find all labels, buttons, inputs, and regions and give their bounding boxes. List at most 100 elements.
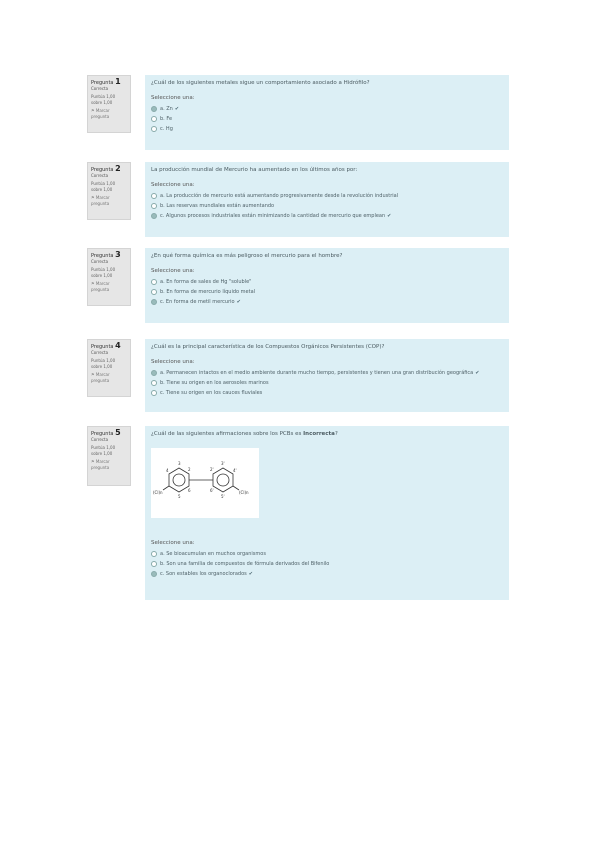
radio-button[interactable] (151, 551, 157, 557)
question-text: ¿Cuál de los siguientes metales sigue un… (151, 80, 370, 86)
radio-button[interactable] (151, 106, 157, 112)
pos-3-label: 3 (178, 461, 181, 466)
question-number: Pregunta 1 (91, 77, 121, 87)
question-text: ¿Cuál de las siguientes afirmaciones sob… (151, 431, 338, 437)
question-info: Pregunta 3 Correcta Puntúa 1,00 sobre 1,0… (87, 248, 131, 306)
question-info: Pregunta 1 Correcta Puntúa 1,00 sobre 1,0… (87, 75, 131, 133)
answer-prompt: Seleccione una: (151, 95, 195, 101)
answer-option[interactable]: c. Algunos procesos industriales están m… (151, 211, 503, 221)
check-icon: ✔ (475, 370, 480, 376)
question-text: ¿Cuál es la principal característica de … (151, 344, 385, 350)
biphenyl-structure-figure: (Cl)n (Cl)n 2 3 4 5 6 2' 3' 4' 5' 6' (151, 448, 259, 518)
answer-option[interactable]: c. Son estables los organoclorados ✔ (151, 569, 503, 579)
pos-2p-label: 2' (210, 467, 214, 472)
question-number: Pregunta 4 (91, 341, 121, 351)
question-content: ¿Cuál de los siguientes metales sigue un… (145, 75, 509, 150)
answer-list: a. La producción de mercurio está aument… (151, 191, 503, 221)
radio-button[interactable] (151, 370, 157, 376)
radio-button[interactable] (151, 289, 157, 295)
answer-option[interactable]: c. Tiene su origen en los cauces fluvial… (151, 388, 503, 398)
question-grade: Puntúa 1,00 sobre 1,00 (91, 358, 116, 369)
answer-list: a. Permanecen intactos en el medio ambie… (151, 368, 503, 398)
radio-button[interactable] (151, 561, 157, 567)
pos-4-label: 4 (166, 468, 169, 473)
answer-list: a. Se bioacumulan en muchos organismos b… (151, 549, 503, 579)
question-state: Correcta (91, 259, 109, 264)
right-cl-label: (Cl)n (239, 490, 249, 495)
pos-2-label: 2 (188, 467, 191, 472)
question-content: ¿Cuál es la principal característica de … (145, 339, 509, 412)
flag-question-link[interactable]: ⚑ Marcar pregunta (91, 459, 127, 471)
answer-option[interactable]: a. Zn ✔ (151, 104, 503, 114)
answer-option[interactable]: a. Se bioacumulan en muchos organismos (151, 549, 503, 559)
question-info: Pregunta 5 Correcta Puntúa 1,00 sobre 1,0… (87, 426, 131, 486)
answer-option[interactable]: c. Hg (151, 124, 503, 134)
question-grade: Puntúa 1,00 sobre 1,00 (91, 445, 116, 456)
answer-option[interactable]: c. En forma de metil mercurio ✔ (151, 297, 503, 307)
question-text: La producción mundial de Mercurio ha aum… (151, 167, 358, 173)
left-cl-label: (Cl)n (153, 490, 163, 495)
answer-prompt: Seleccione una: (151, 268, 195, 274)
answer-prompt: Seleccione una: (151, 182, 195, 188)
answer-prompt: Seleccione una: (151, 359, 195, 365)
question-grade: Puntúa 1,00 sobre 1,00 (91, 267, 116, 278)
right-ring (212, 467, 234, 493)
radio-button[interactable] (151, 571, 157, 577)
left-ring-circle (172, 473, 186, 487)
flag-icon: ⚑ (91, 372, 95, 377)
question-grade: Puntúa 1,00 sobre 1,00 (91, 94, 116, 105)
flag-question-link[interactable]: ⚑ Marcar pregunta (91, 281, 127, 293)
question-text: ¿En qué forma química es más peligroso e… (151, 253, 343, 259)
question-number: Pregunta 5 (91, 428, 121, 438)
question-content: ¿Cuál de las siguientes afirmaciones sob… (145, 426, 509, 600)
flag-icon: ⚑ (91, 195, 95, 200)
pos-5p-label: 5' (221, 494, 225, 499)
biphenyl-diagram: (Cl)n (Cl)n 2 3 4 5 6 2' 3' 4' 5' 6' (153, 461, 249, 499)
radio-button[interactable] (151, 126, 157, 132)
check-icon: ✔ (248, 571, 253, 577)
question-state: Correcta (91, 350, 109, 355)
answer-option[interactable]: b. Son una familia de compuestos de fórm… (151, 559, 503, 569)
pos-5-label: 5 (178, 494, 181, 499)
question-number: Pregunta 2 (91, 164, 121, 174)
right-ring-circle (216, 473, 230, 487)
answer-option[interactable]: a. En forma de sales de Hg "soluble" (151, 277, 503, 287)
pos-4p-label: 4' (233, 468, 237, 473)
answer-list: a. En forma de sales de Hg "soluble" b. … (151, 277, 503, 307)
question-grade: Puntúa 1,00 sobre 1,00 (91, 181, 116, 192)
answer-option[interactable]: b. Tiene su origen en los aerosoles mari… (151, 378, 503, 388)
answer-option[interactable]: b. En forma de mercurio líquido metal (151, 287, 503, 297)
left-substituent-bond (162, 485, 170, 491)
radio-button[interactable] (151, 213, 157, 219)
flag-question-link[interactable]: ⚑ Marcar pregunta (91, 108, 127, 120)
pos-6p-label: 6' (210, 488, 214, 493)
check-icon: ✔ (236, 299, 241, 305)
check-icon: ✔ (387, 213, 392, 219)
radio-button[interactable] (151, 299, 157, 305)
check-icon: ✔ (174, 106, 180, 112)
radio-button[interactable] (151, 380, 157, 386)
pos-3p-label: 3' (221, 461, 225, 466)
radio-button[interactable] (151, 390, 157, 396)
answer-option[interactable]: b. Las reservas mundiales están aumentan… (151, 201, 503, 211)
question-info: Pregunta 4 Correcta Puntúa 1,00 sobre 1,0… (87, 339, 131, 397)
answer-option[interactable]: b. Fe (151, 114, 503, 124)
radio-button[interactable] (151, 279, 157, 285)
radio-button[interactable] (151, 193, 157, 199)
question-content: La producción mundial de Mercurio ha aum… (145, 162, 509, 237)
question-state: Correcta (91, 437, 109, 442)
question-number: Pregunta 3 (91, 250, 121, 260)
flag-icon: ⚑ (91, 459, 95, 464)
question-info: Pregunta 2 Correcta Puntúa 1,00 sobre 1,0… (87, 162, 131, 220)
radio-button[interactable] (151, 203, 157, 209)
radio-button[interactable] (151, 116, 157, 122)
flag-icon: ⚑ (91, 108, 95, 113)
question-state: Correcta (91, 173, 109, 178)
flag-question-link[interactable]: ⚑ Marcar pregunta (91, 195, 127, 207)
question-state: Correcta (91, 86, 109, 91)
answer-option[interactable]: a. Permanecen intactos en el medio ambie… (151, 368, 503, 378)
pos-6-label: 6 (188, 488, 191, 493)
answer-prompt: Seleccione una: (151, 540, 195, 546)
answer-option[interactable]: a. La producción de mercurio está aument… (151, 191, 503, 201)
flag-question-link[interactable]: ⚑ Marcar pregunta (91, 372, 127, 384)
